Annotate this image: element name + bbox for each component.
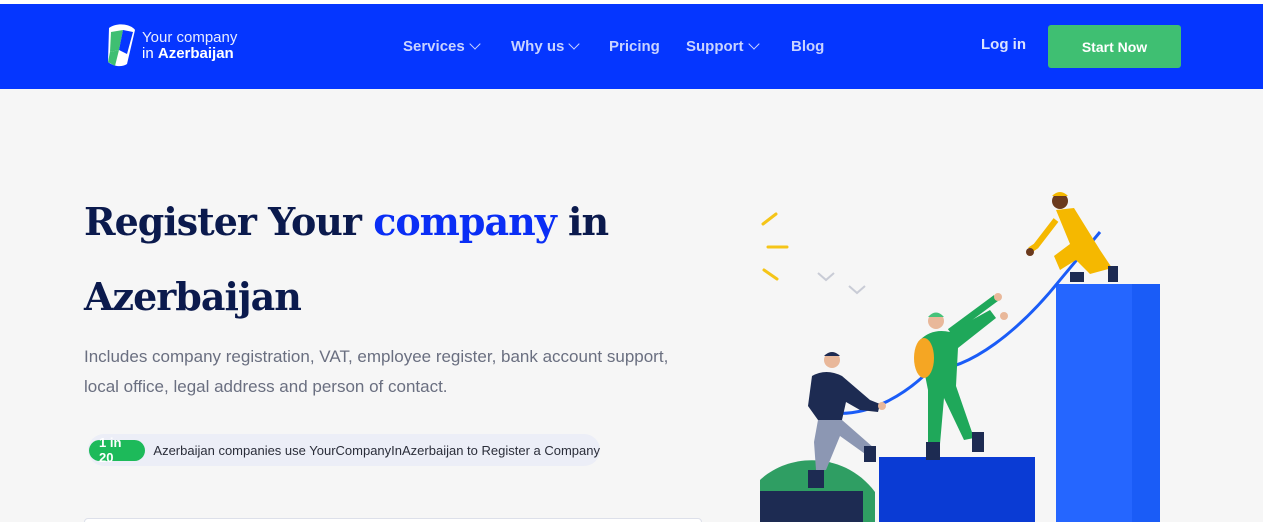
nav-item-pricing[interactable]: Pricing	[609, 36, 660, 56]
birds-icon	[817, 272, 866, 295]
login-link[interactable]: Log in	[981, 36, 1026, 53]
nav-item-blog-label: Blog	[791, 37, 825, 55]
nav-item-why-us[interactable]: Why us	[511, 36, 581, 56]
headline-part1: Register Your	[84, 199, 362, 244]
climbing-team-illustration	[760, 192, 1160, 522]
nav-item-pricing-label: Pricing	[609, 37, 660, 55]
nav-item-services[interactable]: Services	[403, 36, 481, 56]
start-now-button[interactable]: Start Now	[1048, 25, 1181, 68]
chevron-down-icon	[469, 37, 481, 50]
hero-headline: Register Your company in Azerbaijan	[84, 184, 724, 334]
stat-badge: 1 in 20	[89, 435, 146, 465]
logo-text-line1: Your company	[142, 29, 238, 46]
stat-text: Azerbaijan companies use YourCompanyInAz…	[153, 442, 600, 458]
chevron-down-icon	[747, 37, 760, 50]
nav-item-services-label: Services	[403, 37, 465, 55]
bottom-climber-figure	[808, 352, 886, 488]
nav-item-support-label: Support	[686, 37, 744, 55]
middle-block-shape	[879, 457, 1035, 522]
sparkle-lines-icon	[761, 212, 789, 281]
tall-block-face-shape	[1056, 284, 1132, 522]
headline-accent: company	[373, 199, 557, 244]
logo-text-country: Azerbaijan	[157, 45, 234, 62]
middle-climber-figure	[914, 293, 1008, 460]
logo-text-prefix: in	[142, 45, 154, 62]
logo-text-line2: in Azerbaijan	[142, 45, 234, 62]
dark-block-shape	[760, 491, 863, 522]
stat-pill: 1 in 20 Azerbaijan companies use YourCom…	[88, 434, 600, 466]
logo-mark-icon	[108, 24, 135, 67]
headline-part2: in	[568, 199, 609, 244]
brand-logo[interactable]: Your company in Azerbaijan	[105, 22, 265, 74]
top-climber-figure	[1026, 192, 1118, 282]
nav-item-support[interactable]: Support	[686, 36, 760, 56]
nav-item-why-us-label: Why us	[511, 37, 565, 55]
headline-part3: Azerbaijan	[84, 274, 302, 319]
nav-item-blog[interactable]: Blog	[791, 36, 824, 56]
top-navbar: Your company in Azerbaijan Services Why …	[0, 4, 1263, 89]
hero-subtitle: Includes company registration, VAT, empl…	[84, 347, 669, 396]
form-card	[84, 518, 702, 522]
chevron-down-icon	[568, 37, 581, 50]
